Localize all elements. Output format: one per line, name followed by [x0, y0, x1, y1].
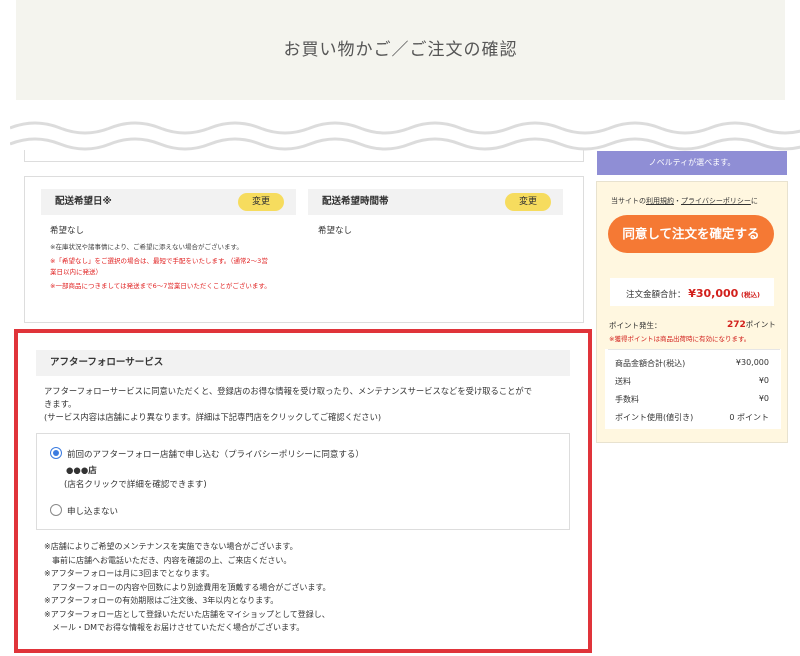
page-title: お買い物かご／ご注文の確認 [283, 40, 518, 60]
delivery-time-value: 希望なし [318, 226, 353, 236]
points-note: ※獲得ポイントは商品出荷時に有効になります。 [609, 335, 751, 343]
delivery-note-2b: 業日以内に発送） [50, 268, 102, 276]
delivery-note-2a: ※「希望なし」をご選択の場合は、最短で手配をいたします。（通常2〜3営 [50, 257, 268, 265]
after-follow-title: アフターフォローサービス [50, 357, 164, 368]
row-value: ¥0 [758, 394, 769, 403]
agree-prefix: 当サイトの [611, 197, 646, 205]
row-value: ¥30,000 [735, 358, 769, 367]
delivery-date-value: 希望なし [50, 226, 85, 236]
row-value: 0 ポイント [729, 413, 769, 422]
row-label: 商品金額合計(税込) [615, 359, 686, 368]
radio-not-apply[interactable] [50, 504, 62, 516]
delivery-date-change-button[interactable]: 変更 [238, 193, 284, 211]
row-label: ポイント使用(値引き) [615, 413, 694, 422]
store-name-link[interactable]: ●●●店 [66, 464, 97, 476]
option-apply-previous-label[interactable]: 前回のアフターフォロー店舗で申し込む（プライバシーポリシーに同意する） [67, 448, 364, 460]
radio-apply-previous-store[interactable] [50, 447, 62, 459]
novelty-banner[interactable]: ノベルティが選べます。 [597, 151, 787, 175]
total-tax: (税込) [741, 291, 760, 299]
row-divider [608, 349, 780, 350]
previous-section-edge [24, 150, 584, 162]
total-label: 注文金額合計： [626, 290, 686, 300]
after-follow-notes: ※店舗によりご希望のメンテナンスを実施できない場合がございます。 事前に店舗へお… [44, 540, 331, 635]
privacy-policy-link[interactable]: プライバシーポリシー [681, 197, 751, 205]
delivery-date-title: 配送希望日※ [55, 196, 112, 207]
note-line: ※アフターフォローは月に3回までとなります。 [44, 569, 215, 578]
after-follow-desc-2: きます。 [44, 399, 77, 409]
note-line: アフターフォローの内容や回数により別途費用を頂戴する場合がございます。 [44, 582, 331, 592]
note-line: メール・DMでお得な情報をお届けさせていただく場合がございます。 [44, 623, 305, 632]
points-earned: 272ポイント [727, 319, 776, 330]
delivery-time-title: 配送希望時間帯 [322, 196, 389, 207]
delivery-note-3: ※一部商品につきましては発送まで6〜7営業日いただくことがございます。 [50, 282, 271, 290]
row-value: ¥0 [758, 376, 769, 385]
agreement-text: 当サイトの利用規約・プライバシーポリシーに [611, 196, 758, 206]
after-follow-desc-1: アフターフォローサービスに同意いただくと、登録店のお得な情報を受け取ったり、メン… [44, 386, 533, 396]
delivery-time-change-button[interactable]: 変更 [505, 193, 551, 211]
note-line: ※アフターフォロー店として登録いただいた店舗をマイショップとして登録し、 [44, 609, 330, 619]
confirm-order-button[interactable]: 同意して注文を確定する [608, 215, 774, 253]
delivery-note-1: ※在庫状況や諸事情により、ご希望に添えない場合がございます。 [50, 243, 243, 251]
points-value: 272 [727, 320, 746, 330]
note-line: ※アフターフォローの有効期限はご注文後、3年以内となります。 [44, 596, 279, 605]
terms-link[interactable]: 利用規約 [646, 197, 674, 205]
row-label: 送料 [615, 377, 631, 386]
agree-suffix: に [750, 197, 758, 205]
agree-sep: ・ [674, 197, 681, 205]
after-follow-desc-3: (サービス内容は店舗により異なります。詳細は下記専門店をクリックしてご確認くださ… [44, 412, 382, 422]
page-header: お買い物かご／ご注文の確認 [16, 0, 785, 100]
points-label: ポイント発生： [609, 321, 662, 330]
points-unit: ポイント [745, 320, 776, 329]
after-follow-header: アフターフォローサービス [36, 350, 570, 376]
row-label: 手数料 [615, 395, 639, 404]
order-total: 注文金額合計： ¥30,000 (税込) [626, 287, 760, 300]
store-name-hint: (店名クリックで詳細を確認できます) [64, 480, 207, 490]
total-value: ¥30,000 [688, 287, 739, 300]
note-line: ※店舗によりご希望のメンテナンスを実施できない場合がございます。 [44, 542, 298, 551]
option-not-apply-label[interactable]: 申し込まない [67, 505, 118, 517]
note-line: 事前に店舗へお電話いただき、内容を確認の上、ご来店ください。 [44, 555, 292, 565]
